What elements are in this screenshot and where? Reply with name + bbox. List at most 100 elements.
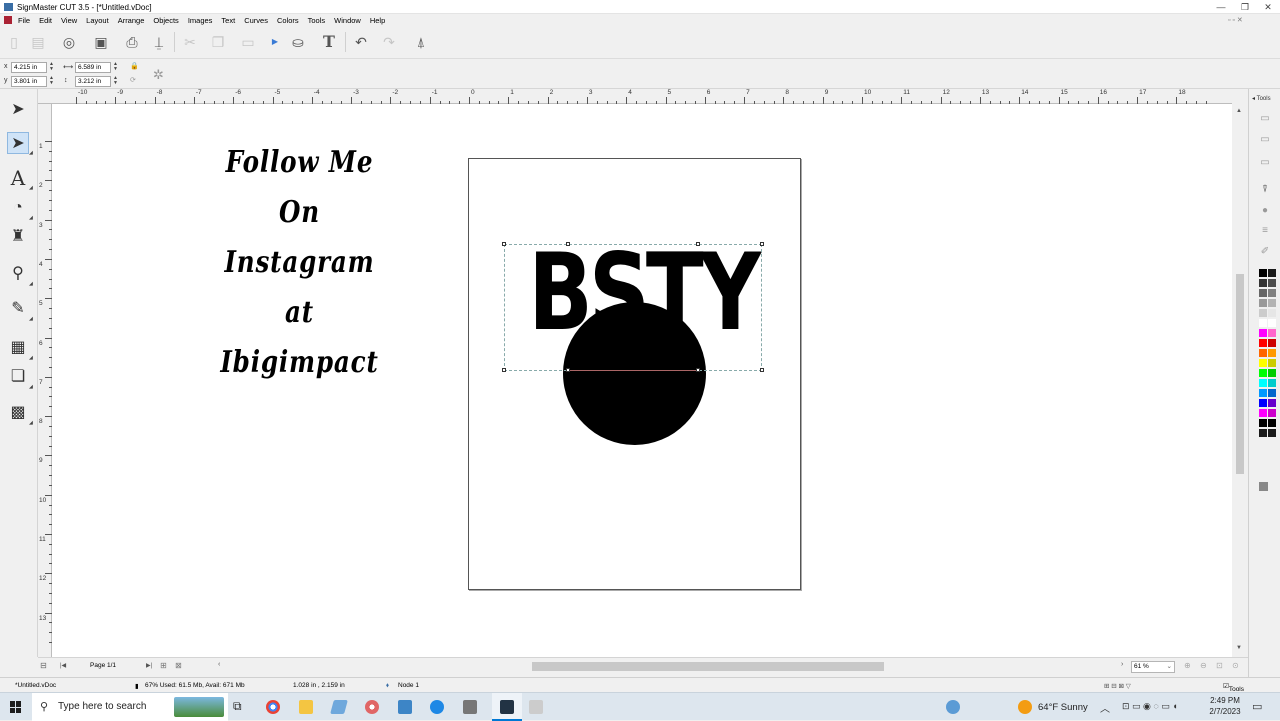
color-swatch[interactable] — [1259, 329, 1267, 337]
height-spinner[interactable]: ▲ ▼ — [113, 76, 119, 87]
pen-icon[interactable]: ✎ — [7, 298, 29, 320]
color-swatch[interactable] — [1268, 349, 1276, 357]
color-swatch[interactable] — [1268, 369, 1276, 377]
vertical-scroll-thumb[interactable] — [1236, 274, 1244, 474]
color-swatch[interactable] — [1259, 319, 1267, 327]
minimize-button[interactable]: — — [1212, 2, 1230, 12]
x-position-field[interactable]: 4.215 in — [11, 62, 47, 73]
taskbar-active-app[interactable] — [492, 693, 522, 721]
selection-handle[interactable] — [760, 242, 764, 246]
start-button[interactable] — [10, 701, 22, 713]
color-swatch[interactable] — [1268, 329, 1276, 337]
tray-chevron-icon[interactable]: ︿ — [1100, 700, 1110, 715]
color-swatch[interactable] — [1268, 309, 1276, 317]
camera-icon[interactable] — [463, 700, 477, 714]
rotate-icon[interactable]: ✲ — [153, 67, 164, 83]
zoom-select[interactable]: 61 % ⌄ — [1131, 661, 1175, 673]
color-swatch[interactable] — [1268, 279, 1276, 287]
selection-handle[interactable] — [502, 242, 506, 246]
color-swatch[interactable] — [1259, 399, 1267, 407]
color-swatch[interactable] — [1259, 309, 1267, 317]
scroll-right-icon[interactable]: › — [1121, 661, 1123, 668]
menu-layout[interactable]: Layout — [86, 14, 109, 27]
menu-tools[interactable]: Tools — [308, 14, 326, 27]
color-swatch[interactable] — [1268, 409, 1276, 417]
x-spinner[interactable]: ▲ ▼ — [49, 62, 55, 73]
horizontal-scroll-thumb[interactable] — [532, 662, 884, 671]
fill-bucket-icon[interactable]: ⛀ — [289, 33, 307, 51]
selection-handle[interactable] — [760, 368, 764, 372]
last-page-icon[interactable]: ▶| — [146, 662, 152, 669]
lock-ratio-icon[interactable]: 🔒 — [130, 62, 139, 70]
zoom-out-icon[interactable]: ⊖ — [1200, 661, 1207, 670]
selection-handle[interactable] — [696, 242, 700, 246]
scroll-up-icon[interactable]: ▲ — [1236, 108, 1242, 114]
color-swatch[interactable] — [1259, 339, 1267, 347]
weather-text[interactable]: 64°F Sunny — [1038, 702, 1088, 713]
menu-help[interactable]: Help — [370, 14, 385, 27]
zoom-icon[interactable]: ⚲ — [7, 263, 29, 285]
app-icon-cut[interactable] — [529, 700, 543, 714]
delete-page-icon[interactable]: ⊠ — [175, 661, 182, 670]
selection-handle[interactable] — [502, 368, 506, 372]
contour-icon[interactable]: ❏ — [7, 366, 29, 388]
color-swatch[interactable] — [1268, 429, 1276, 437]
text-tool-icon[interactable]: A — [7, 167, 29, 189]
color-swatch[interactable] — [1268, 299, 1276, 307]
selection-handle[interactable] — [566, 368, 570, 372]
mdi-controls[interactable]: ▫ ▫ ✕ — [1228, 14, 1243, 27]
color-swatch[interactable] — [1268, 389, 1276, 397]
color-swatch[interactable] — [1268, 319, 1276, 327]
menu-edit[interactable]: Edit — [39, 14, 52, 27]
color-swatch[interactable] — [1259, 349, 1267, 357]
add-page-icon[interactable]: ⊞ — [160, 661, 167, 670]
text-icon[interactable]: T — [320, 33, 338, 51]
more-colors-swatch[interactable] — [1259, 482, 1268, 491]
weld-icon[interactable]: ▦ — [7, 337, 29, 359]
panel-icon-2[interactable]: ▭ — [1259, 134, 1271, 145]
tools-panel-tab[interactable]: ◂ Tools — [1252, 95, 1271, 102]
chrome-icon[interactable] — [266, 700, 280, 714]
zoom-page-icon[interactable]: ⊙ — [1232, 661, 1239, 670]
fill-icon[interactable]: ⍒ — [1259, 184, 1271, 195]
maximize-button[interactable]: ❐ — [1236, 2, 1254, 13]
color-swatch[interactable] — [1268, 359, 1276, 367]
vertical-scrollbar[interactable]: ▲ ▼ — [1232, 104, 1248, 657]
file-explorer-icon[interactable] — [299, 700, 313, 714]
weather-sun-icon[interactable] — [1018, 700, 1032, 714]
zoom-in-icon[interactable]: ⊕ — [1184, 661, 1191, 670]
new-icon[interactable]: ▯ — [5, 33, 23, 51]
color-swatch[interactable] — [1259, 389, 1267, 397]
width-field[interactable]: 6.589 in — [75, 62, 111, 73]
clipart-icon[interactable]: ♜ — [7, 226, 29, 248]
import-icon[interactable]: ◎ — [60, 33, 78, 51]
panel-icon-1[interactable]: ▭ — [1259, 113, 1271, 124]
color-swatch[interactable] — [1268, 419, 1276, 427]
color-swatch[interactable] — [1268, 269, 1276, 277]
open-icon[interactable]: ▤ — [29, 33, 47, 51]
node-edit-icon[interactable]: ➤ — [7, 132, 29, 154]
lines-icon[interactable]: ≡ — [1259, 225, 1271, 236]
redo-icon[interactable]: ↷ — [380, 33, 398, 51]
color-swatch[interactable] — [1268, 339, 1276, 347]
drawing-canvas[interactable]: Follow Me On Instagram at Ibigimpact BST… — [52, 104, 1232, 657]
menu-window[interactable]: Window — [334, 14, 361, 27]
menu-images[interactable]: Images — [188, 14, 213, 27]
scroll-down-icon[interactable]: ▼ — [1236, 645, 1242, 651]
scroll-left-icon[interactable]: ‹ — [218, 661, 220, 668]
notification-icon[interactable]: ▭ — [1252, 700, 1262, 713]
undo-icon[interactable]: ↶ — [352, 33, 370, 51]
menu-file[interactable]: File — [18, 14, 30, 27]
color-swatch[interactable] — [1259, 429, 1267, 437]
color-swatch[interactable] — [1259, 269, 1267, 277]
eyedropper-icon[interactable]: ✐ — [1259, 246, 1271, 257]
copy-icon[interactable]: ❐ — [209, 33, 227, 51]
app-icon-blue[interactable] — [330, 700, 348, 714]
height-field[interactable]: 3.212 in — [75, 76, 111, 87]
selection-handle[interactable] — [566, 242, 570, 246]
app-icon-window[interactable] — [398, 700, 412, 714]
paste-icon[interactable]: ▭ — [239, 33, 257, 51]
tray-icons[interactable]: ⊡ ▭ ◉ ◌ ▭ ◖ — [1122, 701, 1178, 712]
selection-handle[interactable] — [696, 368, 700, 372]
tray-app-icon[interactable] — [946, 700, 960, 714]
